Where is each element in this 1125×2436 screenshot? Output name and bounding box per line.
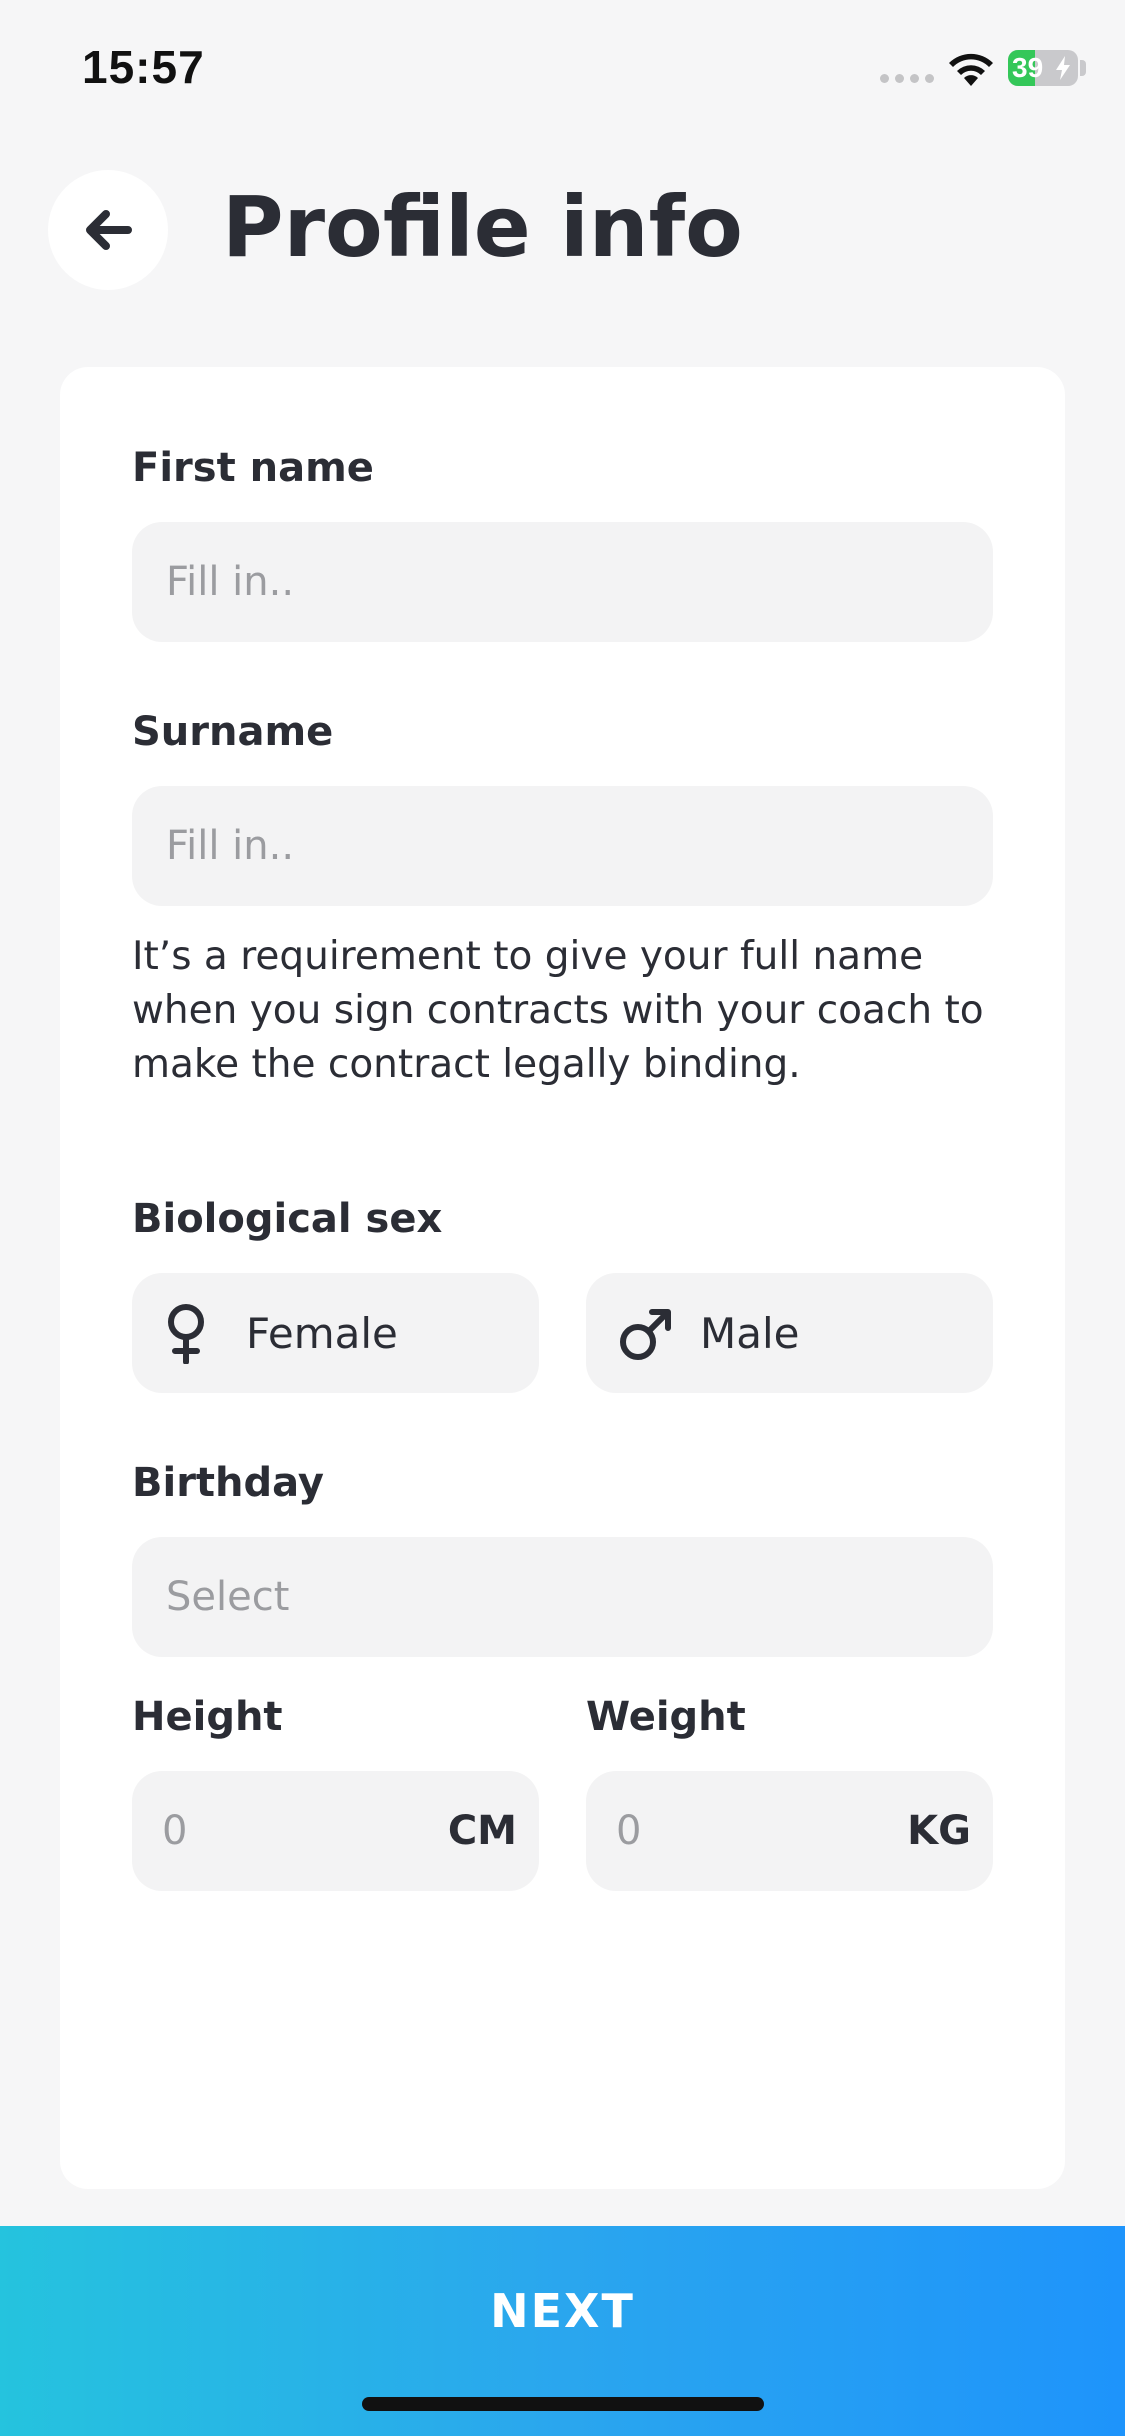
signal-dots-icon <box>880 74 934 83</box>
weight-label: Weight <box>586 1694 746 1740</box>
next-button-label: NEXT <box>490 2284 635 2338</box>
birthday-placeholder: Select <box>166 1574 290 1620</box>
height-input[interactable] <box>162 1771 382 1891</box>
battery-cap <box>1080 60 1086 76</box>
weight-input[interactable] <box>616 1771 836 1891</box>
female-option-label: Female <box>246 1308 398 1358</box>
height-unit: CM <box>447 1808 517 1854</box>
status-bar: 15:57 39 <box>0 0 1125 140</box>
charging-bolt-icon <box>1056 56 1070 80</box>
male-option-label: Male <box>700 1308 800 1358</box>
male-symbol-icon <box>620 1309 671 1360</box>
female-symbol-icon <box>168 1304 204 1364</box>
birthday-label: Birthday <box>132 1460 324 1506</box>
arrow-left-icon <box>86 210 132 250</box>
weight-field[interactable]: KG <box>586 1771 993 1891</box>
weight-unit: KG <box>907 1808 971 1854</box>
page-title: Profile info <box>222 178 743 276</box>
surname-field[interactable] <box>132 786 993 906</box>
female-option-button[interactable]: Female <box>132 1273 539 1393</box>
first-name-label: First name <box>132 445 374 491</box>
height-field[interactable]: CM <box>132 1771 539 1891</box>
battery-icon: 39 <box>1008 50 1078 86</box>
back-button[interactable] <box>48 170 168 290</box>
home-indicator <box>362 2397 764 2411</box>
surname-input[interactable] <box>166 823 993 869</box>
height-label: Height <box>132 1694 283 1740</box>
biological-sex-label: Biological sex <box>132 1196 443 1242</box>
full-name-helper-text: It’s a requirement to give your full nam… <box>132 934 984 1087</box>
first-name-input[interactable] <box>166 559 993 605</box>
birthday-select[interactable]: Select <box>132 1537 993 1657</box>
surname-label: Surname <box>132 709 334 755</box>
male-option-button[interactable]: Male <box>586 1273 993 1393</box>
status-time: 15:57 <box>82 41 205 93</box>
wifi-icon <box>949 53 993 86</box>
first-name-field[interactable] <box>132 522 993 642</box>
battery-percent: 39 <box>1012 52 1044 83</box>
